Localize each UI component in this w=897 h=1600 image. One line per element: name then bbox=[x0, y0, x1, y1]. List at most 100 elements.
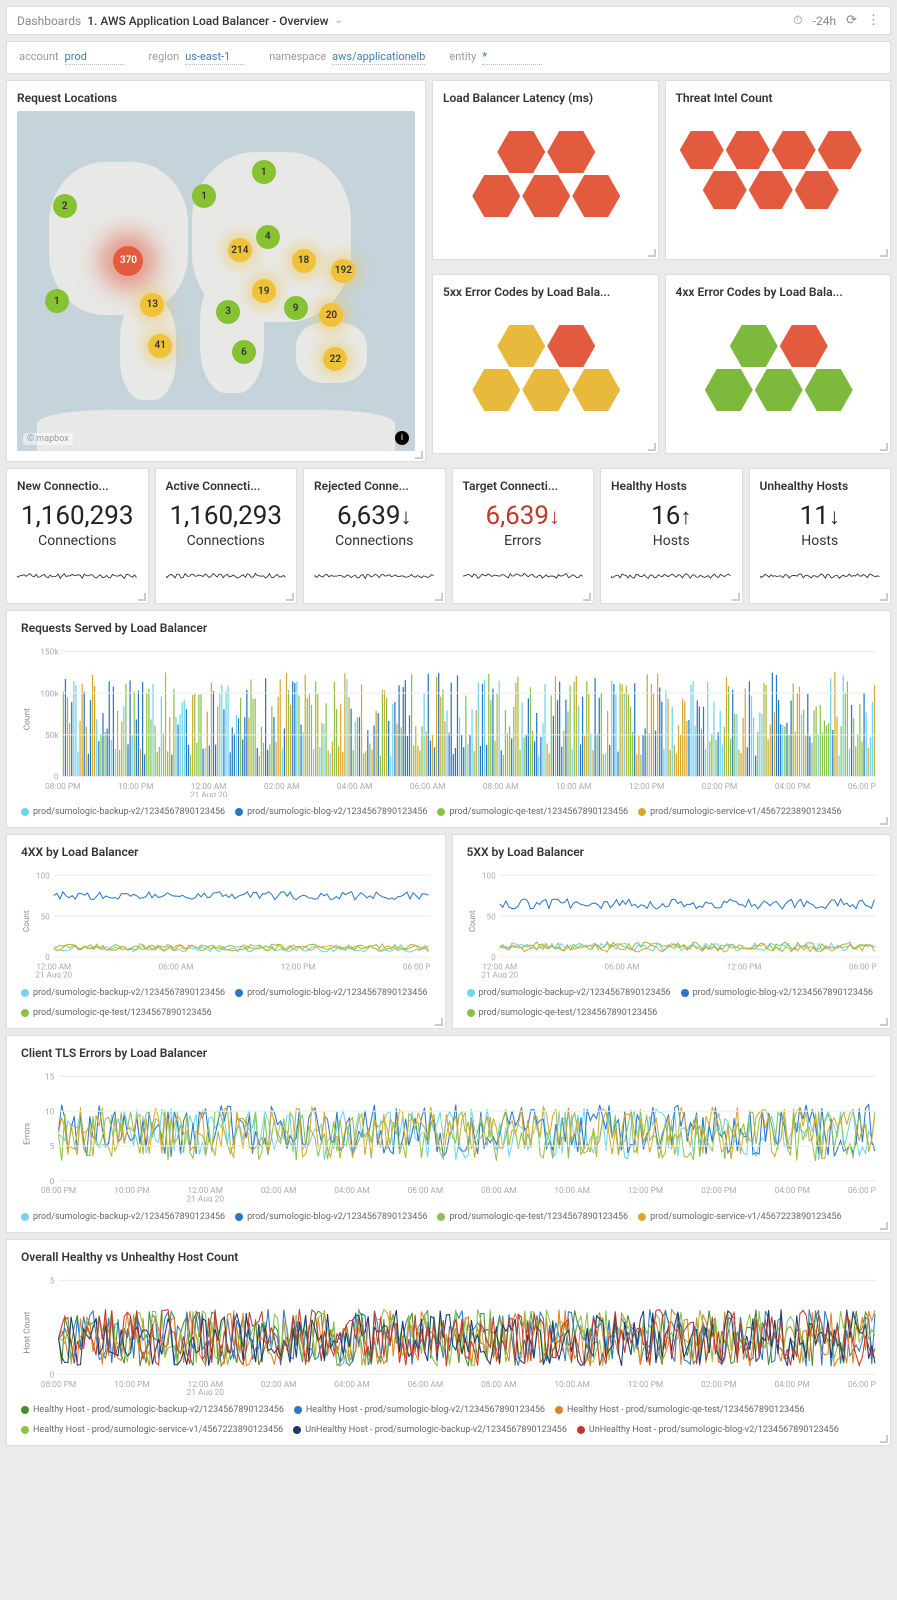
map-cluster[interactable]: 192 bbox=[331, 259, 355, 283]
map-cluster[interactable]: 1 bbox=[252, 160, 276, 184]
filter-account[interactable]: accountprod bbox=[19, 50, 125, 65]
map-cluster[interactable]: 3 bbox=[216, 300, 240, 324]
legend-item[interactable]: prod/sumologic-blog-v2/1234567890123456 bbox=[235, 807, 427, 817]
map-cluster[interactable]: 370 bbox=[113, 246, 143, 276]
resize-handle[interactable] bbox=[880, 1435, 888, 1443]
svg-text:08:00 AM: 08:00 AM bbox=[483, 782, 519, 792]
legend-swatch bbox=[467, 1009, 475, 1017]
chart-tls[interactable]: 05101508:00 PM10:00 PM12:00 AM21 Aug 200… bbox=[21, 1066, 876, 1202]
honeycomb-threat[interactable] bbox=[693, 131, 863, 221]
legend-item[interactable]: prod/sumologic-backup-v2/123456789012345… bbox=[21, 988, 225, 998]
stat-value: 11↓ bbox=[760, 501, 881, 531]
map-cluster[interactable]: 2 bbox=[53, 194, 77, 218]
map-cluster[interactable]: 20 bbox=[319, 303, 343, 327]
chart-5xx[interactable]: 05010012:00 AM21 Aug 2006:00 AM12:00 PM0… bbox=[467, 865, 877, 978]
stat-panel: Rejected Conne... 6,639↓ Connections bbox=[303, 468, 446, 604]
map-cluster[interactable]: 18 bbox=[292, 249, 316, 273]
resize-handle[interactable] bbox=[648, 249, 656, 257]
legend-item[interactable]: prod/sumologic-blog-v2/1234567890123456 bbox=[235, 988, 427, 998]
map-cluster[interactable]: 19 bbox=[252, 279, 276, 303]
map-cluster[interactable]: 22 bbox=[323, 347, 347, 371]
resize-handle[interactable] bbox=[286, 593, 294, 601]
legend-swatch bbox=[437, 1213, 445, 1221]
filter-bar: accountprod regionus-east-1 namespaceaws… bbox=[6, 41, 891, 74]
stat-label: Hosts bbox=[611, 533, 732, 549]
resize-handle[interactable] bbox=[880, 443, 888, 451]
resize-handle[interactable] bbox=[732, 593, 740, 601]
world-map[interactable]: © mapbox i 21370134112141419361891922022 bbox=[17, 111, 415, 451]
legend-item[interactable]: Healthy Host - prod/sumologic-service-v1… bbox=[21, 1425, 283, 1435]
legend-item[interactable]: prod/sumologic-qe-test/1234567890123456 bbox=[467, 1008, 658, 1018]
info-icon[interactable]: i bbox=[395, 431, 409, 445]
resize-handle[interactable] bbox=[435, 593, 443, 601]
honeycomb-5xx[interactable] bbox=[485, 325, 605, 415]
map-cluster[interactable]: 9 bbox=[284, 296, 308, 320]
chart-4xx[interactable]: 05010012:00 AM21 Aug 2006:00 AM12:00 PM0… bbox=[21, 865, 431, 978]
more-icon[interactable]: ⋮ bbox=[867, 13, 880, 28]
legend-item[interactable]: prod/sumologic-backup-v2/123456789012345… bbox=[21, 1212, 225, 1222]
map-cluster[interactable]: 6 bbox=[232, 340, 256, 364]
resize-handle[interactable] bbox=[583, 593, 591, 601]
legend-item[interactable]: prod/sumologic-qe-test/1234567890123456 bbox=[437, 1212, 628, 1222]
filter-region[interactable]: regionus-east-1 bbox=[149, 50, 246, 65]
chevron-down-icon[interactable]: ⌄ bbox=[335, 15, 343, 26]
panel-title: 5xx Error Codes by Load Bala... bbox=[443, 285, 648, 299]
honeycomb-latency[interactable] bbox=[485, 131, 605, 221]
svg-text:06:00 PM: 06:00 PM bbox=[848, 1186, 876, 1196]
svg-text:21 Aug 20: 21 Aug 20 bbox=[187, 1195, 225, 1202]
svg-text:5: 5 bbox=[50, 1142, 55, 1152]
panel-5xx-codes: 5xx Error Codes by Load Bala... bbox=[432, 274, 659, 454]
legend-item[interactable]: prod/sumologic-qe-test/1234567890123456 bbox=[437, 807, 628, 817]
honeycomb-4xx[interactable] bbox=[718, 325, 838, 415]
legend-item[interactable]: Healthy Host - prod/sumologic-qe-test/12… bbox=[555, 1405, 804, 1415]
chart-legend: prod/sumologic-backup-v2/123456789012345… bbox=[21, 1212, 876, 1222]
legend-item[interactable]: prod/sumologic-service-v1/45672238901234… bbox=[638, 807, 841, 817]
svg-text:06:00 AM: 06:00 AM bbox=[408, 1379, 444, 1389]
svg-text:06:00 AM: 06:00 AM bbox=[604, 962, 639, 972]
legend-item[interactable]: prod/sumologic-backup-v2/123456789012345… bbox=[467, 988, 671, 998]
legend-item[interactable]: prod/sumologic-service-v1/45672238901234… bbox=[638, 1212, 841, 1222]
svg-text:04:00 AM: 04:00 AM bbox=[334, 1379, 370, 1389]
map-cluster[interactable]: 1 bbox=[45, 289, 69, 313]
legend-item[interactable]: prod/sumologic-backup-v2/123456789012345… bbox=[21, 807, 225, 817]
stat-value: 1,160,293 bbox=[166, 501, 287, 531]
svg-text:06:00 PM: 06:00 PM bbox=[848, 1379, 876, 1389]
svg-text:06:00 PM: 06:00 PM bbox=[403, 962, 431, 972]
svg-text:06:00 AM: 06:00 AM bbox=[410, 782, 446, 792]
svg-text:02:00 AM: 02:00 AM bbox=[264, 782, 300, 792]
map-cluster[interactable]: 4 bbox=[256, 225, 280, 249]
map-cluster[interactable]: 13 bbox=[140, 293, 164, 317]
legend-item[interactable]: UnHealthy Host - prod/sumologic-backup-v… bbox=[293, 1425, 567, 1435]
resize-handle[interactable] bbox=[880, 593, 888, 601]
legend-item[interactable]: prod/sumologic-qe-test/1234567890123456 bbox=[21, 1008, 212, 1018]
legend-item[interactable]: prod/sumologic-blog-v2/1234567890123456 bbox=[681, 988, 873, 998]
filter-namespace[interactable]: namespaceaws/applicationelb bbox=[269, 50, 425, 65]
resize-handle[interactable] bbox=[415, 451, 423, 459]
legend-item[interactable]: Healthy Host - prod/sumologic-backup-v2/… bbox=[21, 1405, 284, 1415]
resize-handle[interactable] bbox=[880, 249, 888, 257]
legend-item[interactable]: Healthy Host - prod/sumologic-blog-v2/12… bbox=[294, 1405, 545, 1415]
legend-item[interactable]: UnHealthy Host - prod/sumologic-blog-v2/… bbox=[577, 1425, 839, 1435]
chart-requests[interactable]: 050k100k150k08:00 PM10:00 PM12:00 AM21 A… bbox=[21, 641, 876, 797]
breadcrumb-title[interactable]: 1. AWS Application Load Balancer - Overv… bbox=[87, 14, 328, 28]
panel-title: Request Locations bbox=[17, 91, 415, 105]
legend-item[interactable]: prod/sumologic-blog-v2/1234567890123456 bbox=[235, 1212, 427, 1222]
resize-handle[interactable] bbox=[880, 1018, 888, 1026]
chart-hosts[interactable]: 0508:00 PM10:00 PM12:00 AM21 Aug 2002:00… bbox=[21, 1270, 876, 1395]
panel-healthy-unhealthy: Overall Healthy vs Unhealthy Host Count … bbox=[6, 1239, 891, 1446]
svg-text:12:00 PM: 12:00 PM bbox=[628, 1186, 663, 1196]
resize-handle[interactable] bbox=[880, 817, 888, 825]
refresh-icon[interactable]: ⟳ bbox=[846, 13, 857, 28]
map-cluster[interactable]: 214 bbox=[228, 238, 252, 262]
resize-handle[interactable] bbox=[880, 1222, 888, 1230]
svg-text:04:00 AM: 04:00 AM bbox=[337, 782, 373, 792]
resize-handle[interactable] bbox=[138, 593, 146, 601]
resize-handle[interactable] bbox=[648, 443, 656, 451]
breadcrumb-root[interactable]: Dashboards bbox=[17, 14, 81, 28]
filter-entity[interactable]: entity* bbox=[449, 50, 542, 65]
resize-handle[interactable] bbox=[435, 1018, 443, 1026]
time-range[interactable]: -24h bbox=[813, 14, 836, 28]
map-cluster[interactable]: 41 bbox=[148, 334, 172, 358]
map-cluster[interactable]: 1 bbox=[192, 184, 216, 208]
panel-title: 4XX by Load Balancer bbox=[21, 845, 431, 859]
